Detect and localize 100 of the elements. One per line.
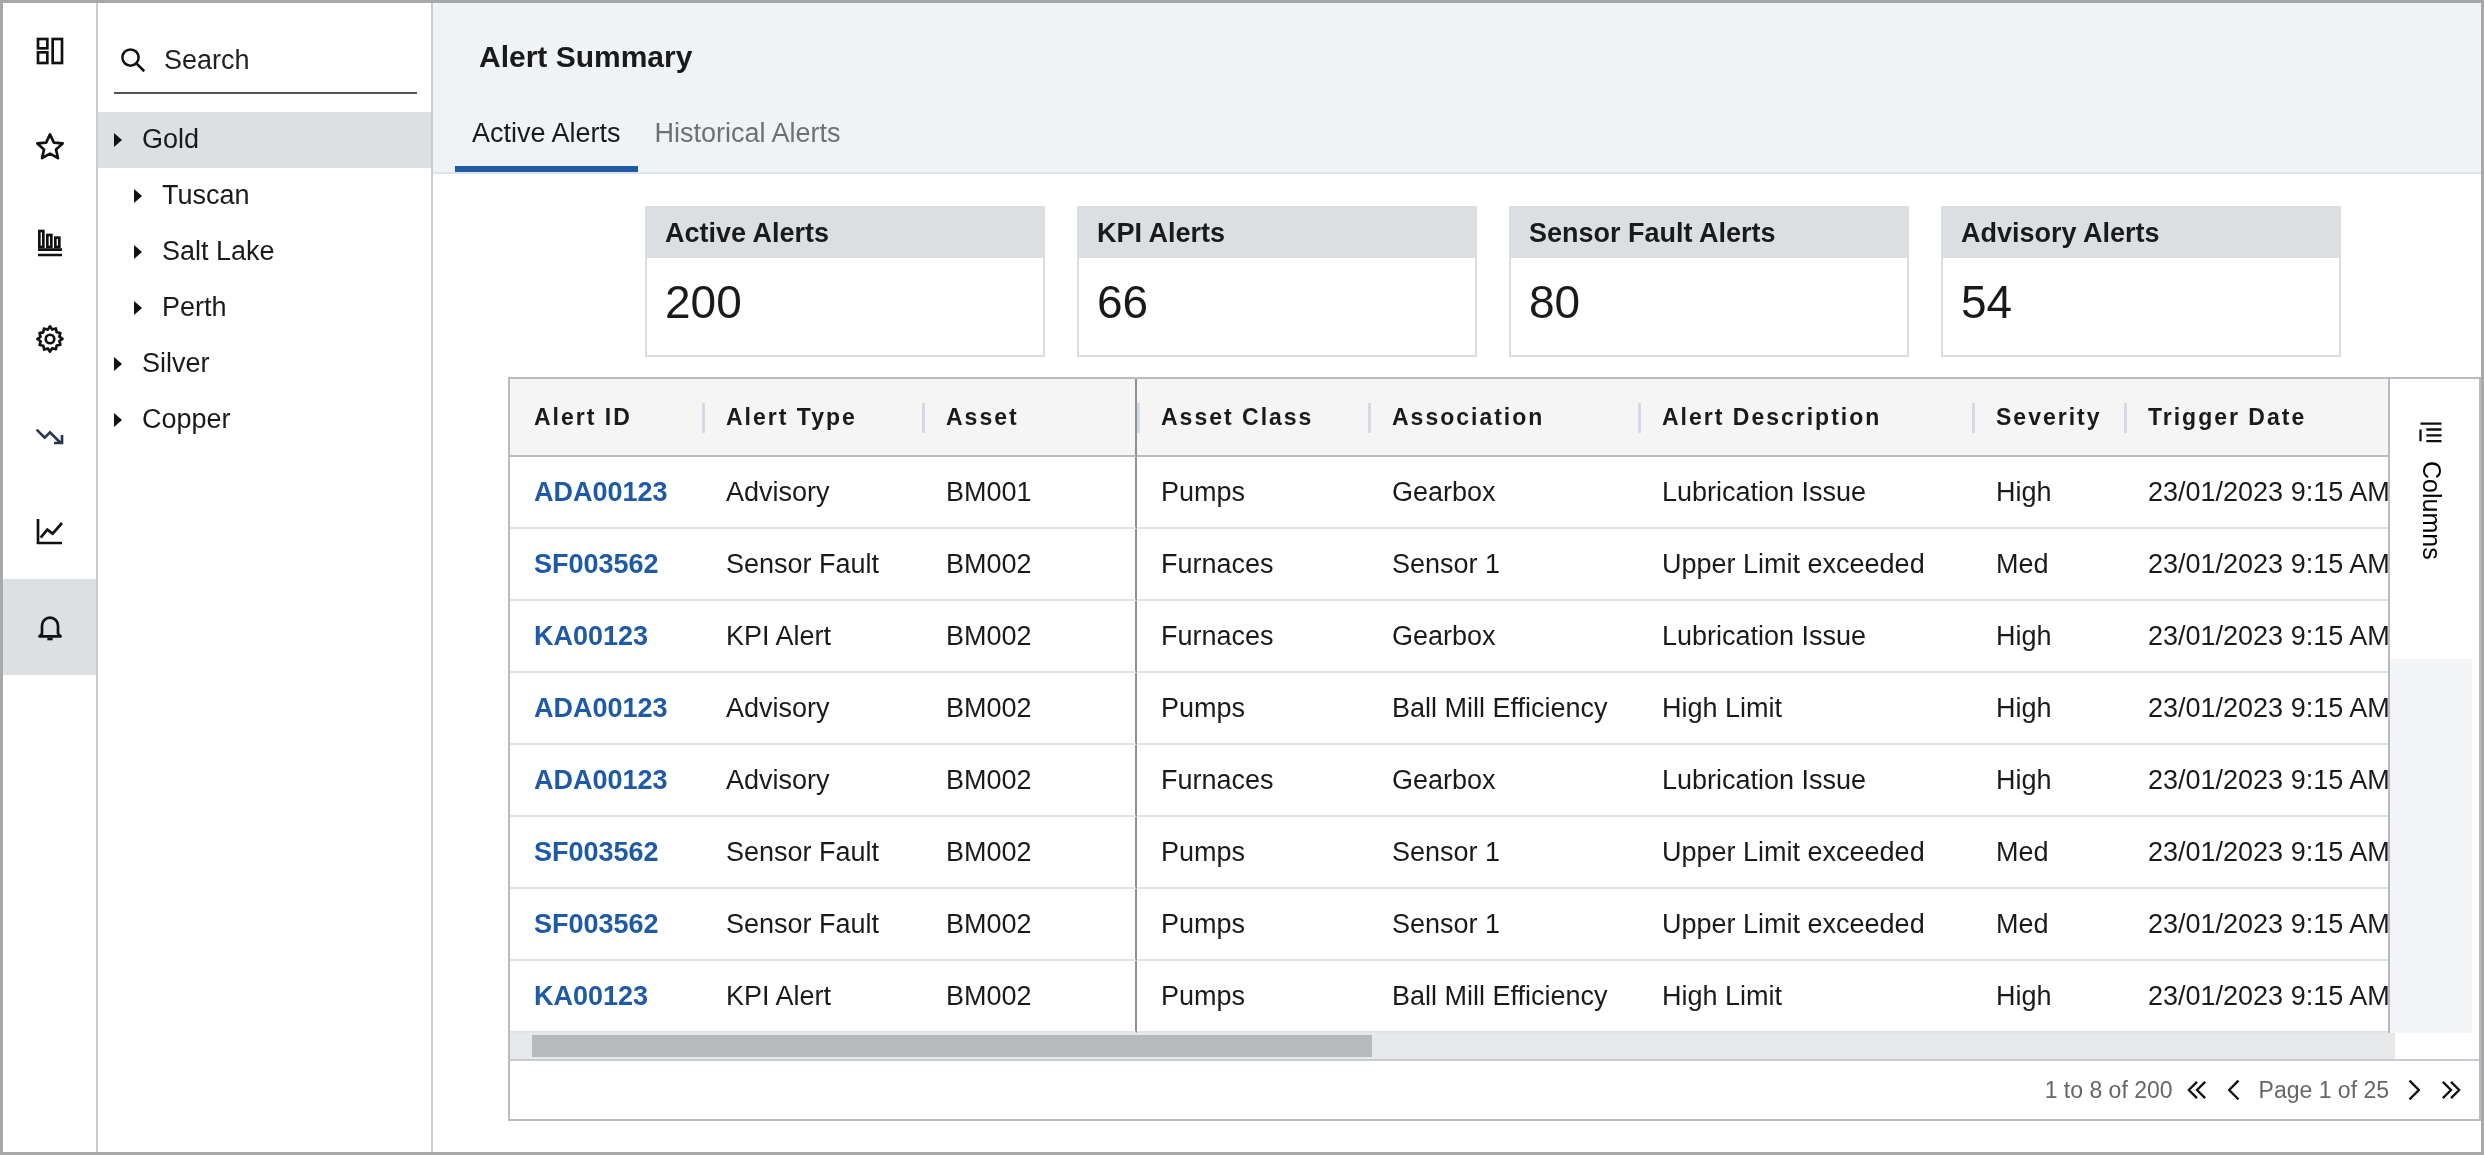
alert-id-link[interactable]: SF003562 xyxy=(534,543,659,585)
table-cell-text: Lubrication Issue xyxy=(1662,619,1867,653)
table-cell-text: KPI Alert xyxy=(726,979,832,1013)
table-cell-text: Furnaces xyxy=(1161,763,1274,797)
table-cell-text: Pumps xyxy=(1161,907,1246,941)
table-cell-text: 23/01/2023 9:15 AM xyxy=(2148,763,2390,797)
tree-item[interactable]: Tuscan xyxy=(98,167,431,224)
tree-label: Tuscan xyxy=(162,179,250,213)
table-cell-text: 23/01/2023 9:15 AM xyxy=(2148,547,2390,581)
alert-id-link[interactable]: ADA00123 xyxy=(534,759,668,801)
table-cell-text: BM001 xyxy=(946,475,1032,509)
table-cell-text: Gearbox xyxy=(1392,763,1496,797)
caret-icon xyxy=(112,354,124,373)
column-header[interactable]: Asset xyxy=(922,379,1137,457)
table-cell-text: Ball Mill Efficiency xyxy=(1392,979,1608,1013)
table-cell-text: Advisory xyxy=(726,691,830,725)
table-cell-text: BM002 xyxy=(946,763,1032,797)
stat-card-value: 200 xyxy=(664,275,743,330)
table-cell-text: Pumps xyxy=(1161,979,1246,1013)
table-cell-text: High Limit xyxy=(1662,691,1783,725)
table-cell-text: 23/01/2023 9:15 AM xyxy=(2148,475,2390,509)
table-cell-text: Upper Limit exceeded xyxy=(1662,835,1925,869)
table-cell-text: KPI Alert xyxy=(726,619,832,653)
table-cell-text: Sensor 1 xyxy=(1392,907,1501,941)
table-cell-text: Pumps xyxy=(1161,475,1246,509)
table-cell-text: High xyxy=(1996,763,2052,797)
column-header[interactable]: Alert Type xyxy=(702,379,922,457)
horizontal-scrollbar[interactable] xyxy=(510,1033,2395,1059)
table-cell-text: Pumps xyxy=(1161,835,1246,869)
column-header[interactable]: Severity xyxy=(1972,379,2124,457)
table-cell-text: Furnaces xyxy=(1161,547,1274,581)
column-header[interactable]: Alert ID xyxy=(510,379,702,457)
table-cell-text: BM002 xyxy=(946,547,1032,581)
table-cell-text: High Limit xyxy=(1662,979,1783,1013)
alert-id-link[interactable]: ADA00123 xyxy=(534,687,668,729)
table-cell-text: Sensor 1 xyxy=(1392,835,1501,869)
table-cell-text: Upper Limit exceeded xyxy=(1662,547,1925,581)
caret-icon xyxy=(132,186,144,205)
tree-item[interactable]: Copper xyxy=(98,391,431,448)
tree-item[interactable]: Perth xyxy=(98,279,431,336)
alert-id-link[interactable]: SF003562 xyxy=(534,903,659,945)
search-field[interactable]: Search xyxy=(162,39,362,82)
table-cell-text: Lubrication Issue xyxy=(1662,475,1867,509)
caret-icon xyxy=(132,242,144,261)
table-cell-text: High xyxy=(1996,619,2052,653)
table-cell-text: 23/01/2023 9:15 AM xyxy=(2148,979,2390,1013)
table-cell-text: Med xyxy=(1996,547,2049,581)
column-header[interactable]: Alert Description xyxy=(1638,379,1972,457)
table-cell-text: BM002 xyxy=(946,619,1032,653)
table-cell-text: Sensor Fault xyxy=(726,547,880,581)
stat-card-value: 54 xyxy=(1960,275,2014,330)
column-header[interactable]: Association xyxy=(1368,379,1638,457)
table-cell-text: Pumps xyxy=(1161,691,1246,725)
stat-card-title: Active Alerts xyxy=(647,207,1043,258)
tree-label: Silver xyxy=(142,347,210,381)
table-cell-text: High xyxy=(1996,475,2052,509)
table-cell-text: High xyxy=(1996,691,2052,725)
table-cell-text: Upper Limit exceeded xyxy=(1662,907,1925,941)
tree-label: Perth xyxy=(162,291,227,325)
table-cell-text: Advisory xyxy=(726,763,830,797)
column-header[interactable]: Trigger Date xyxy=(2124,379,2388,457)
page-indicator: Page 1 of 25 xyxy=(2258,1075,2389,1105)
tree-item[interactable]: Gold xyxy=(98,111,431,168)
caret-icon xyxy=(112,410,124,429)
alert-id-link[interactable]: KA00123 xyxy=(534,975,649,1017)
table-cell-text: BM002 xyxy=(946,691,1032,725)
table-cell-text: Sensor Fault xyxy=(726,907,880,941)
table-cell-text: Med xyxy=(1996,835,2049,869)
table-cell-text: BM002 xyxy=(946,979,1032,1013)
tree-label: Salt Lake xyxy=(162,235,275,269)
stat-card-title: Advisory Alerts xyxy=(1943,207,2339,258)
table-cell-text: Med xyxy=(1996,907,2049,941)
tab[interactable]: Historical Alerts xyxy=(637,113,858,172)
tree-item[interactable]: Silver xyxy=(98,335,431,392)
stat-card-value: 80 xyxy=(1528,275,1582,330)
pagination-summary: 1 to 8 of 200 xyxy=(2044,1075,2173,1105)
table-cell-text: 23/01/2023 9:15 AM xyxy=(2148,691,2390,725)
table-cell-text: Advisory xyxy=(726,475,830,509)
table-cell-text: BM002 xyxy=(946,907,1032,941)
table-cell-text: Sensor Fault xyxy=(726,835,880,869)
alert-id-link[interactable]: ADA00123 xyxy=(534,471,668,513)
table-cell-text: High xyxy=(1996,979,2052,1013)
tree-item[interactable]: Salt Lake xyxy=(98,223,431,280)
tab[interactable]: Active Alerts xyxy=(455,113,638,172)
table-cell-text: Gearbox xyxy=(1392,475,1496,509)
alert-id-link[interactable]: SF003562 xyxy=(534,831,659,873)
alert-id-link[interactable]: KA00123 xyxy=(534,615,649,657)
tree-label: Copper xyxy=(142,403,231,437)
table-cell-text: Gearbox xyxy=(1392,619,1496,653)
table-cell-text: 23/01/2023 9:15 AM xyxy=(2148,907,2390,941)
tree-label: Gold xyxy=(142,123,200,157)
column-header[interactable]: Asset Class xyxy=(1137,379,1368,457)
table-cell-text: 23/01/2023 9:15 AM xyxy=(2148,835,2390,869)
table-cell-text: 23/01/2023 9:15 AM xyxy=(2148,619,2390,653)
table-cell-text: BM002 xyxy=(946,835,1032,869)
caret-icon xyxy=(132,298,144,317)
table-cell-text: Lubrication Issue xyxy=(1662,763,1867,797)
stat-card-title: KPI Alerts xyxy=(1079,207,1475,258)
table-cell-text: Sensor 1 xyxy=(1392,547,1501,581)
settings-icon xyxy=(33,323,66,355)
